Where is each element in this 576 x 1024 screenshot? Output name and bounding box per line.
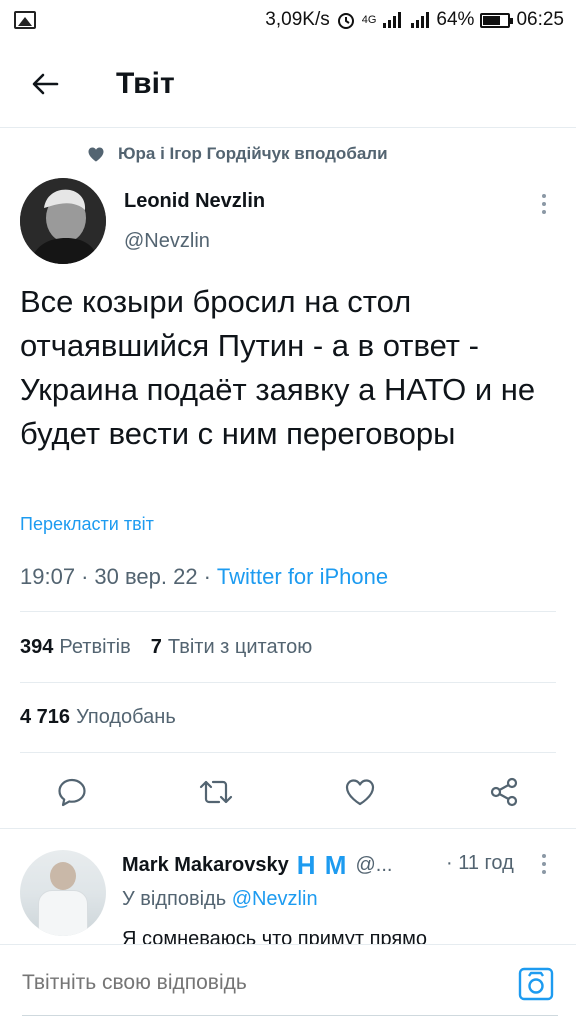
- reply-button[interactable]: [52, 772, 92, 812]
- likes-count: 4 716: [20, 706, 71, 728]
- page-title: Твіт: [116, 66, 175, 100]
- replying-to: У відповідь @Nevzlin: [122, 888, 318, 911]
- social-context[interactable]: Юра і Ігор Гордійчук вподобали: [88, 144, 388, 164]
- gallery-notification-icon: [14, 11, 36, 29]
- divider: [20, 682, 556, 683]
- camera-button[interactable]: [518, 967, 554, 1001]
- reply-header: Mark Makarovsky Н М @...: [122, 850, 392, 881]
- retweet-icon: [199, 780, 233, 804]
- tweet-action-bar: [0, 760, 576, 824]
- like-button[interactable]: [340, 772, 380, 812]
- app-header: Твіт: [0, 40, 576, 128]
- retweets-stat[interactable]: 394 Ретвітів: [20, 636, 131, 659]
- reply-time: · 11 год: [446, 852, 514, 874]
- reply-author-name[interactable]: Mark Makarovsky: [122, 854, 289, 877]
- meta-separator: ·: [203, 564, 211, 589]
- signal-icon: [383, 12, 402, 28]
- quotes-stat[interactable]: 7 Твіти з цитатою: [151, 636, 312, 659]
- meta-separator: ·: [81, 564, 89, 589]
- share-button[interactable]: [484, 772, 524, 812]
- battery-fill: [483, 15, 501, 25]
- retweet-stats: 394 Ретвітів 7 Твіти з цитатою: [20, 636, 312, 659]
- retweets-label: Ретвітів: [59, 636, 131, 658]
- translate-link[interactable]: Перекласти твіт: [20, 514, 154, 535]
- clock: 06:25: [516, 9, 564, 30]
- comment-icon: [58, 778, 86, 807]
- reply-composer: [0, 944, 576, 1024]
- battery-percent: 64%: [436, 9, 475, 30]
- tweet-time: 19:07: [20, 564, 76, 589]
- author-avatar[interactable]: [20, 178, 106, 264]
- heart-filled-icon: [88, 147, 104, 161]
- signal-2-icon: [411, 12, 430, 28]
- tweet-more-button[interactable]: [530, 192, 558, 216]
- liked-by-text: Юра і Ігор Гордійчук вподобали: [118, 144, 388, 163]
- reply-author-handle[interactable]: @...: [355, 854, 392, 877]
- alarm-icon: [337, 13, 354, 29]
- reply-input[interactable]: [22, 971, 482, 995]
- status-bar: 3,09K/s 4G 64% 06:25: [0, 0, 576, 40]
- reply-avatar[interactable]: [20, 850, 106, 936]
- tweet-text: Все козыри бросил на стол отчаявшийся Пу…: [20, 284, 536, 451]
- camera-icon: [518, 967, 554, 1001]
- quotes-count: 7: [150, 636, 162, 658]
- author-name[interactable]: Leonid Nevzlin: [124, 190, 265, 213]
- quotes-label: Твіти з цитатою: [167, 636, 313, 658]
- likes-stat[interactable]: 4 716 Уподобань: [20, 706, 176, 729]
- tweet-meta: 19:07 · 30 вер. 22 · Twitter for iPhone: [20, 564, 388, 590]
- replying-to-label: У відповідь: [122, 888, 227, 910]
- reply-author-badge: Н М: [296, 850, 348, 880]
- composer-underline: [22, 1015, 558, 1016]
- replying-to-mention[interactable]: @Nevzlin: [232, 888, 318, 910]
- retweet-button[interactable]: [196, 772, 236, 812]
- author-handle[interactable]: @Nevzlin: [124, 230, 210, 253]
- reply-more-button[interactable]: [530, 852, 558, 876]
- tweet-source-link[interactable]: Twitter for iPhone: [217, 564, 388, 590]
- avatar-portrait: [20, 178, 106, 264]
- network-type: 4G: [361, 14, 377, 26]
- avatar-face: [50, 862, 76, 890]
- arrow-left-icon: [32, 73, 59, 94]
- share-icon: [490, 777, 518, 807]
- retweets-count: 394: [20, 636, 54, 658]
- avatar-body: [38, 890, 88, 936]
- likes-label: Уподобань: [76, 706, 176, 728]
- back-button[interactable]: [0, 40, 90, 128]
- divider: [20, 611, 556, 612]
- tweet-date: 30 вер. 22: [94, 564, 198, 589]
- divider: [0, 828, 576, 829]
- heart-icon: [345, 779, 375, 806]
- likes-stats: 4 716 Уподобань: [20, 706, 176, 729]
- divider: [20, 752, 556, 753]
- battery-icon: [480, 12, 514, 28]
- network-speed: 3,09K/s: [265, 9, 330, 30]
